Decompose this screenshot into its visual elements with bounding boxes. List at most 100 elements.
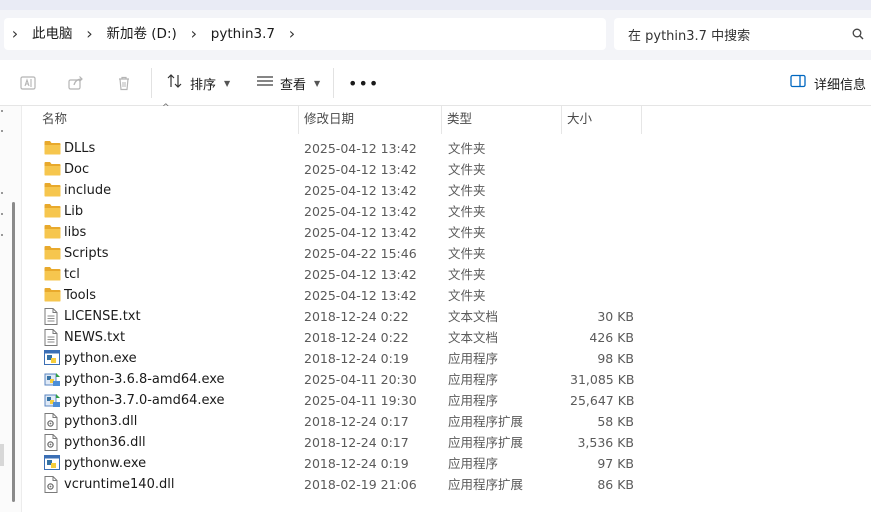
column-date[interactable]: 修改日期 <box>298 106 441 134</box>
file-row[interactable]: NEWS.txt 2018-12-24 0:22 文本文档 426 KB <box>22 327 871 348</box>
nav-scrollbar[interactable] <box>12 202 15 502</box>
column-header: ^ 名称 修改日期 类型 大小 <box>22 103 871 134</box>
file-type: 文件夹 <box>448 141 486 156</box>
breadcrumb[interactable]: › 此电脑 › 新加卷 (D:) › pythin3.7 › <box>4 18 606 50</box>
python-exe-icon <box>44 455 61 471</box>
file-date: 2018-12-24 0:17 <box>304 435 409 450</box>
file-name: NEWS.txt <box>64 330 126 345</box>
chevron-right-icon[interactable]: › <box>79 18 101 50</box>
file-type: 文件夹 <box>448 162 486 177</box>
file-type: 文件夹 <box>448 267 486 282</box>
file-date: 2018-12-24 0:22 <box>304 309 409 324</box>
column-type[interactable]: 类型 <box>441 106 561 134</box>
file-name: python-3.6.8-amd64.exe <box>64 372 225 387</box>
view-label: 查看 <box>280 77 307 93</box>
chevron-right-icon[interactable]: › <box>281 18 303 50</box>
file-date: 2018-12-24 0:22 <box>304 330 409 345</box>
file-name: include <box>64 183 112 198</box>
nav-marker <box>1 110 3 112</box>
file-row[interactable]: tcl 2025-04-12 13:42 文件夹 <box>22 264 871 285</box>
chevron-right-icon[interactable]: › <box>183 18 205 50</box>
file-name: vcruntime140.dll <box>64 477 175 492</box>
nav-marker <box>1 192 3 194</box>
details-pane-icon <box>790 74 806 92</box>
chevron-down-icon: ▼ <box>224 78 231 88</box>
file-name: Tools <box>64 288 97 303</box>
file-type: 文件夹 <box>448 225 486 240</box>
installer-icon <box>44 371 61 387</box>
file-row[interactable]: python-3.7.0-amd64.exe 2025-04-11 19:30 应用… <box>22 390 871 411</box>
search-icon[interactable] <box>845 28 871 40</box>
file-row[interactable]: Lib 2025-04-12 13:42 文件夹 <box>22 201 871 222</box>
file-name: Scripts <box>64 246 109 261</box>
file-row[interactable]: python36.dll 2018-12-24 0:17 应用程序扩展 3,536 K… <box>22 432 871 453</box>
file-type: 应用程序扩展 <box>448 435 524 450</box>
breadcrumb-item-folder[interactable]: pythin3.7 <box>205 18 281 50</box>
navigation-pane[interactable] <box>0 106 22 512</box>
file-size: 3,536 KB <box>577 435 634 450</box>
breadcrumb-item-this-pc[interactable]: 此电脑 <box>26 18 79 50</box>
search-box[interactable]: 在 pythin3.7 中搜索 <box>614 18 871 50</box>
search-input[interactable]: 在 pythin3.7 中搜索 <box>628 25 845 44</box>
folder-icon <box>44 245 61 261</box>
folder-icon <box>44 140 61 156</box>
file-date: 2025-04-12 13:42 <box>304 162 417 177</box>
file-type: 文件夹 <box>448 204 486 219</box>
nav-marker <box>1 234 3 236</box>
delete-icon[interactable] <box>114 73 134 93</box>
nav-marker <box>1 130 3 132</box>
file-row[interactable]: include 2025-04-12 13:42 文件夹 <box>22 180 871 201</box>
file-name: LICENSE.txt <box>64 309 141 324</box>
file-size: 30 KB <box>597 309 634 324</box>
view-button[interactable]: 查看 ▼ <box>256 72 320 94</box>
file-type: 应用程序 <box>448 351 499 366</box>
file-row[interactable]: pythonw.exe 2018-12-24 0:19 应用程序 97 KB <box>22 453 871 474</box>
file-name: DLLs <box>64 141 96 156</box>
file-name: tcl <box>64 267 80 282</box>
chevron-down-icon: ▼ <box>314 78 321 88</box>
file-name: python36.dll <box>64 435 146 450</box>
file-row[interactable]: libs 2025-04-12 13:42 文件夹 <box>22 222 871 243</box>
chevron-right-icon[interactable]: › <box>4 18 26 50</box>
text-icon <box>44 308 61 325</box>
breadcrumb-item-drive[interactable]: 新加卷 (D:) <box>101 18 183 50</box>
file-type: 应用程序扩展 <box>448 477 524 492</box>
file-date: 2025-04-22 15:46 <box>304 246 417 261</box>
file-row[interactable]: python-3.6.8-amd64.exe 2025-04-11 20:30 应用… <box>22 369 871 390</box>
file-name: python.exe <box>64 351 137 366</box>
more-options-button[interactable]: ••• <box>348 74 379 93</box>
file-row[interactable]: python.exe 2018-12-24 0:19 应用程序 98 KB <box>22 348 871 369</box>
column-divider[interactable] <box>641 106 642 134</box>
sort-button[interactable]: 排序 ▼ <box>166 72 230 94</box>
file-row[interactable]: python3.dll 2018-12-24 0:17 应用程序扩展 58 KB <box>22 411 871 432</box>
nav-marker <box>1 213 3 215</box>
file-type: 文本文档 <box>448 309 499 324</box>
column-name[interactable]: 名称 <box>36 106 298 134</box>
nav-selection-marker <box>0 444 4 466</box>
file-size: 98 KB <box>597 351 634 366</box>
file-type: 文本文档 <box>448 330 499 345</box>
file-size: 25,647 KB <box>570 393 635 408</box>
title-strip <box>0 0 871 10</box>
details-pane-label: 详细信息 <box>814 77 867 93</box>
folder-icon <box>44 287 61 303</box>
rename-icon[interactable] <box>18 73 38 93</box>
installer-icon <box>44 392 61 408</box>
file-name: pythonw.exe <box>64 456 147 471</box>
folder-icon <box>44 161 61 177</box>
folder-icon <box>44 224 61 240</box>
address-bar: › 此电脑 › 新加卷 (D:) › pythin3.7 › 在 pythin3… <box>0 10 871 60</box>
file-type: 应用程序 <box>448 393 499 408</box>
share-icon[interactable] <box>66 73 86 93</box>
dll-icon <box>44 476 61 493</box>
file-row[interactable]: Scripts 2025-04-22 15:46 文件夹 <box>22 243 871 264</box>
file-row[interactable]: DLLs 2025-04-12 13:42 文件夹 <box>22 138 871 159</box>
file-row[interactable]: Doc 2025-04-12 13:42 文件夹 <box>22 159 871 180</box>
file-date: 2018-12-24 0:17 <box>304 414 409 429</box>
folder-icon <box>44 182 61 198</box>
details-pane-button[interactable]: 详细信息 <box>790 73 866 93</box>
file-row[interactable]: vcruntime140.dll 2018-02-19 21:06 应用程序扩展 86… <box>22 474 871 495</box>
file-row[interactable]: Tools 2025-04-12 13:42 文件夹 <box>22 285 871 306</box>
file-row[interactable]: LICENSE.txt 2018-12-24 0:22 文本文档 30 KB <box>22 306 871 327</box>
column-size[interactable]: 大小 <box>561 106 641 134</box>
